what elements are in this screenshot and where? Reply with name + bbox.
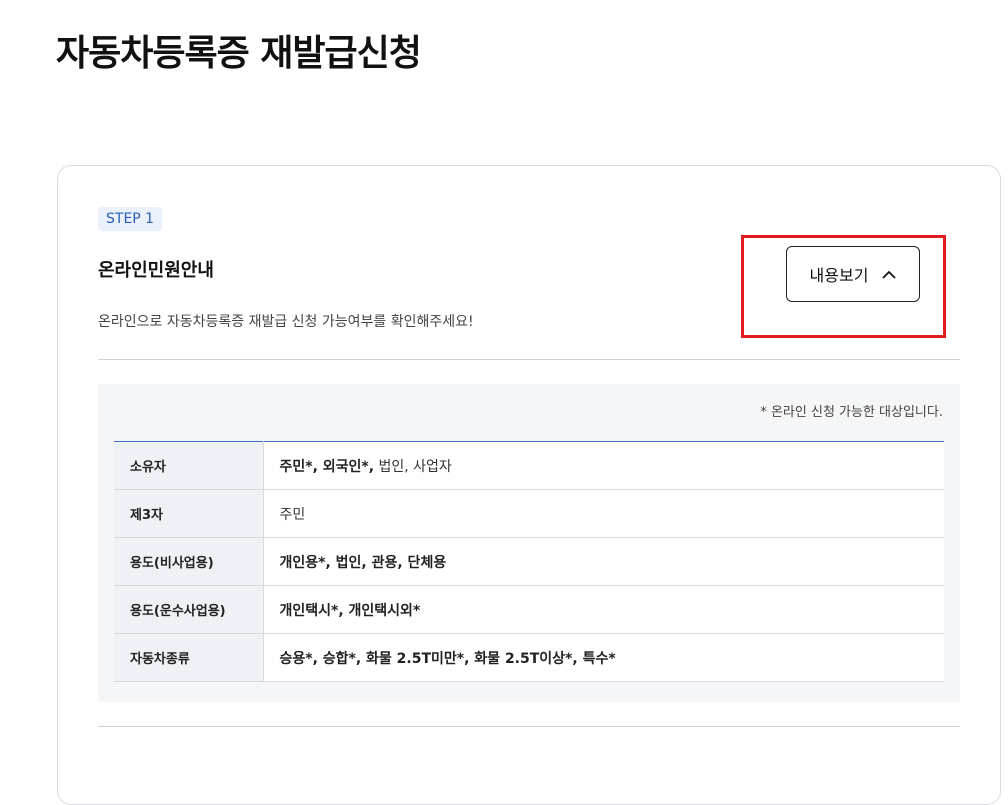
row-label: 제3자: [114, 489, 264, 538]
row-label: 소유자: [114, 441, 264, 490]
chevron-up-icon: [882, 270, 897, 279]
online-eligible-note: * 온라인 신청 가능한 대상입니다.: [760, 405, 943, 420]
row-value: 주민*, 외국인*, 법인, 사업자: [263, 441, 944, 490]
toggle-content-label: 내용보기: [809, 266, 869, 285]
divider-bottom: [98, 726, 960, 727]
row-label: 용도(운수사업용): [114, 585, 264, 634]
row-value: 승용*, 승합*, 화물 2.5T미만*, 화물 2.5T이상*, 특수*: [263, 633, 944, 682]
row-value-bold: 개인용*, 법인, 관용, 단체용: [279, 554, 447, 571]
table-row: 소유자 주민*, 외국인*, 법인, 사업자: [114, 441, 944, 490]
row-value-bold: 승용*, 승합*, 화물 2.5T미만*, 화물 2.5T이상*, 특수*: [279, 650, 616, 667]
section-description: 온라인으로 자동차등록증 재발급 신청 가능여부를 확인해주세요!: [98, 314, 474, 330]
row-value-bold: 개인택시*, 개인택시외*: [279, 602, 421, 619]
row-value: 개인용*, 법인, 관용, 단체용: [263, 537, 944, 586]
row-label: 용도(비사업용): [114, 537, 264, 586]
page-title: 자동차등록증 재발급신청: [56, 33, 422, 74]
table-row: 제3자 주민: [114, 489, 944, 538]
row-value-bold: 주민*, 외국인*,: [279, 458, 375, 475]
table-row: 용도(비사업용) 개인용*, 법인, 관용, 단체용: [114, 537, 944, 586]
row-value-regular: 주민: [279, 506, 306, 523]
row-label: 자동차종류: [114, 633, 264, 682]
toggle-content-button[interactable]: 내용보기: [786, 246, 920, 302]
table-row: 자동차종류 승용*, 승합*, 화물 2.5T미만*, 화물 2.5T이상*, …: [114, 633, 944, 682]
row-value: 주민: [263, 489, 944, 538]
table-row: 용도(운수사업용) 개인택시*, 개인택시외*: [114, 585, 944, 634]
divider-top: [98, 359, 960, 360]
row-value: 개인택시*, 개인택시외*: [263, 585, 944, 634]
eligibility-table: 소유자 주민*, 외국인*, 법인, 사업자 제3자 주민 용도(비사업용) 개…: [114, 441, 944, 682]
step-badge: STEP 1: [98, 207, 163, 231]
row-value-regular: 법인, 사업자: [374, 458, 452, 475]
content-panel: * 온라인 신청 가능한 대상입니다. 소유자 주민*, 외국인*, 법인, 사…: [98, 384, 960, 702]
step-card: STEP 1 온라인민원안내 온라인으로 자동차등록증 재발급 신청 가능여부를…: [57, 165, 1001, 805]
section-title: 온라인민원안내: [98, 260, 214, 281]
